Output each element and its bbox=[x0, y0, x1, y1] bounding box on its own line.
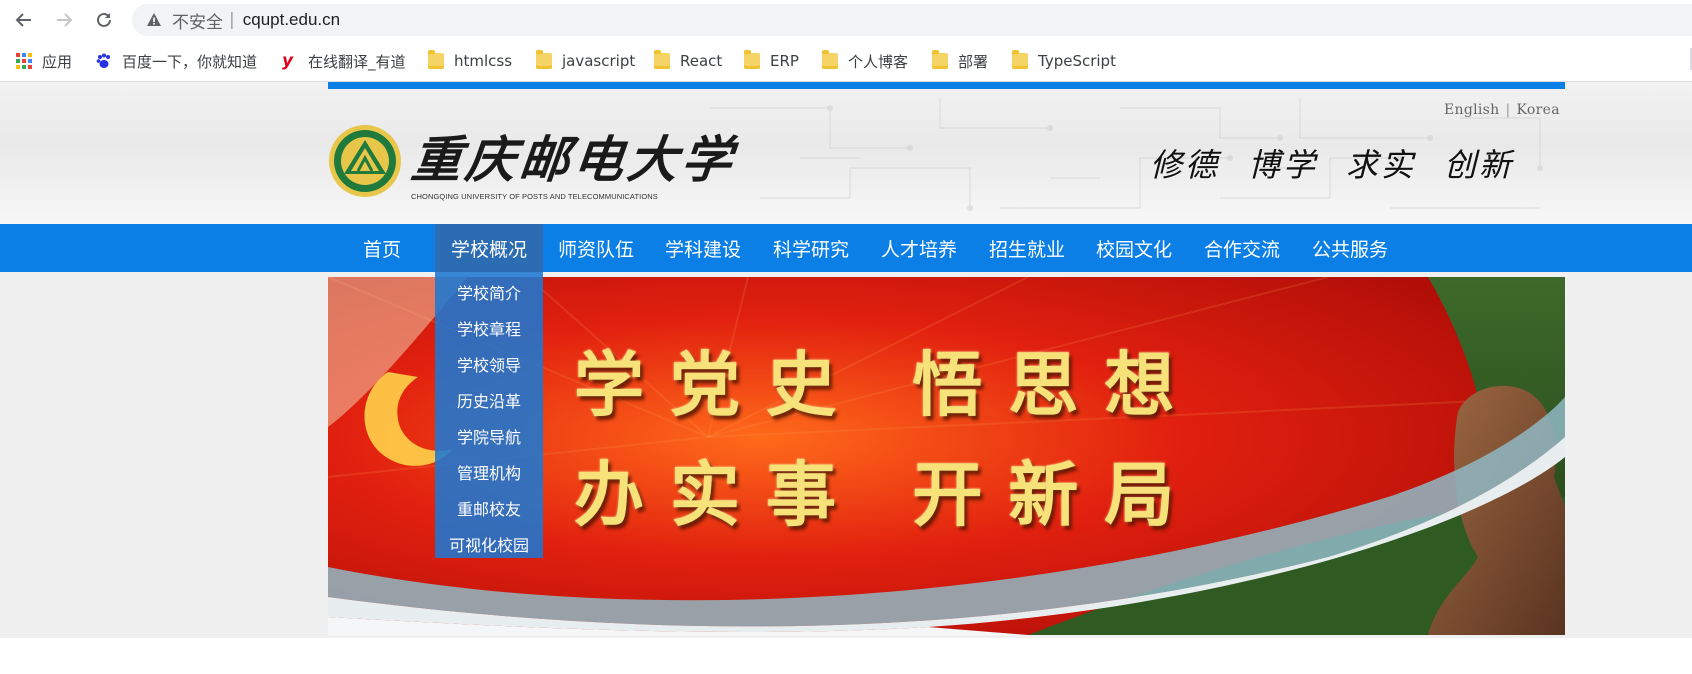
dropdown-item-leadership[interactable]: 学校领导 bbox=[435, 346, 543, 382]
page-bottom-strip bbox=[0, 638, 1692, 674]
back-button[interactable] bbox=[12, 8, 36, 32]
bookmark-label: htmlcss bbox=[454, 52, 513, 70]
reload-icon bbox=[97, 12, 111, 27]
bookmark-erp[interactable]: ERP bbox=[744, 50, 799, 72]
dropdown-item-administration[interactable]: 管理机构 bbox=[435, 454, 543, 490]
motto-word: 修德 bbox=[1150, 146, 1221, 184]
address-bar[interactable]: 不安全 | cqupt.edu.cn bbox=[132, 4, 1692, 36]
university-motto: 修德 博学 求实 创新 bbox=[1150, 140, 1542, 186]
bookmark-blog[interactable]: 个人博客 bbox=[822, 50, 908, 72]
bookmark-deploy[interactable]: 部署 bbox=[932, 50, 988, 72]
page-content: English | Korea 重庆邮电大学 CHONGQING UNIVERSIT… bbox=[0, 82, 1692, 674]
header-accent-bar bbox=[328, 82, 1565, 89]
security-label[interactable]: 不安全 bbox=[172, 8, 223, 33]
folder-icon bbox=[822, 50, 838, 69]
lang-korea-link[interactable]: Korea bbox=[1517, 102, 1560, 118]
motto-word: 博学 bbox=[1248, 146, 1319, 184]
bookmark-javascript[interactable]: javascript bbox=[536, 50, 635, 72]
dropdown-item-charter[interactable]: 学校章程 bbox=[435, 310, 543, 346]
bookmark-label: 应用 bbox=[42, 52, 73, 71]
baidu-paw-icon bbox=[96, 53, 112, 69]
forward-button[interactable] bbox=[52, 8, 76, 32]
university-name-cn[interactable]: 重庆邮电大学 bbox=[408, 120, 740, 192]
arrow-left-icon bbox=[15, 13, 31, 27]
folder-icon bbox=[1012, 50, 1028, 69]
bookmark-label: 个人博客 bbox=[848, 52, 909, 71]
folder-icon bbox=[654, 50, 670, 69]
browser-toolbar: 不安全 | cqupt.edu.cn bbox=[0, 0, 1692, 40]
dropdown-item-colleges[interactable]: 学院导航 bbox=[435, 418, 543, 454]
university-emblem[interactable] bbox=[328, 124, 402, 198]
bookmark-youdao[interactable]: y 在线翻译_有道 bbox=[282, 50, 406, 72]
bookmarks-bar: 应用 百度一下，你就知道 y 在线翻译_有道 htmlcss javascrip… bbox=[0, 40, 1692, 82]
youdao-icon: y bbox=[282, 51, 294, 71]
dropdown-item-history[interactable]: 历史沿革 bbox=[435, 382, 543, 418]
bookmark-react[interactable]: React bbox=[654, 50, 722, 72]
nav-about[interactable]: 学校概况 bbox=[435, 224, 543, 272]
nav-education[interactable]: 人才培养 bbox=[873, 224, 965, 272]
arrow-right-icon bbox=[57, 13, 73, 27]
bookmark-label: javascript bbox=[562, 52, 636, 70]
nav-cooperation[interactable]: 合作交流 bbox=[1196, 224, 1288, 272]
bookmark-htmlcss[interactable]: htmlcss bbox=[428, 50, 512, 72]
bookmark-label: React bbox=[680, 52, 723, 70]
dropdown-item-visual-campus[interactable]: 可视化校园 bbox=[435, 526, 543, 562]
lang-english-link[interactable]: English bbox=[1444, 102, 1499, 118]
main-navigation: 首页 学校概况 师资队伍 学科建设 科学研究 人才培养 招生就业 校园文化 合作… bbox=[0, 224, 1692, 272]
bookmark-label: 百度一下，你就知道 bbox=[122, 52, 258, 71]
bookmark-apps[interactable]: 应用 bbox=[16, 50, 72, 72]
url-text[interactable]: cqupt.edu.cn bbox=[243, 10, 340, 30]
dropdown-item-alumni[interactable]: 重邮校友 bbox=[435, 490, 543, 526]
about-dropdown-menu: 学校简介 学校章程 学校领导 历史沿革 学院导航 管理机构 重邮校友 可视化校园 bbox=[435, 272, 543, 558]
dropdown-item-intro[interactable]: 学校简介 bbox=[435, 274, 543, 310]
nav-disciplines[interactable]: 学科建设 bbox=[657, 224, 749, 272]
bookmark-label: 在线翻译_有道 bbox=[308, 52, 406, 71]
bookmark-typescript[interactable]: TypeScript bbox=[1012, 50, 1116, 72]
university-name-en: CHONGQING UNIVERSITY OF POSTS AND TELECO… bbox=[411, 192, 658, 201]
bookmark-label: TypeScript bbox=[1038, 52, 1116, 70]
nav-research[interactable]: 科学研究 bbox=[765, 224, 857, 272]
nav-home[interactable]: 首页 bbox=[352, 224, 412, 272]
banner-slogan-line2: 办实事 开新局 bbox=[574, 453, 1201, 536]
folder-icon bbox=[536, 50, 552, 69]
apps-grid-icon bbox=[16, 53, 32, 69]
nav-public-services[interactable]: 公共服务 bbox=[1304, 224, 1396, 272]
bookmark-label: 部署 bbox=[958, 52, 989, 71]
folder-icon bbox=[932, 50, 948, 69]
site-header: English | Korea 重庆邮电大学 CHONGQING UNIVERSIT… bbox=[0, 82, 1692, 224]
address-separator: | bbox=[229, 10, 235, 30]
language-switch: English | Korea bbox=[1444, 102, 1560, 118]
motto-word: 创新 bbox=[1444, 146, 1515, 184]
warning-icon[interactable] bbox=[146, 12, 162, 28]
folder-icon bbox=[428, 50, 444, 69]
folder-icon bbox=[744, 50, 760, 69]
bookmark-baidu[interactable]: 百度一下，你就知道 bbox=[96, 50, 257, 72]
banner-slogan-line1: 学党史 悟思想 bbox=[574, 343, 1201, 426]
reload-button[interactable] bbox=[92, 8, 116, 32]
motto-word: 求实 bbox=[1346, 146, 1417, 184]
bookmark-label: ERP bbox=[770, 52, 799, 70]
nav-campus-culture[interactable]: 校园文化 bbox=[1088, 224, 1180, 272]
nav-faculty[interactable]: 师资队伍 bbox=[550, 224, 642, 272]
nav-admissions[interactable]: 招生就业 bbox=[981, 224, 1073, 272]
